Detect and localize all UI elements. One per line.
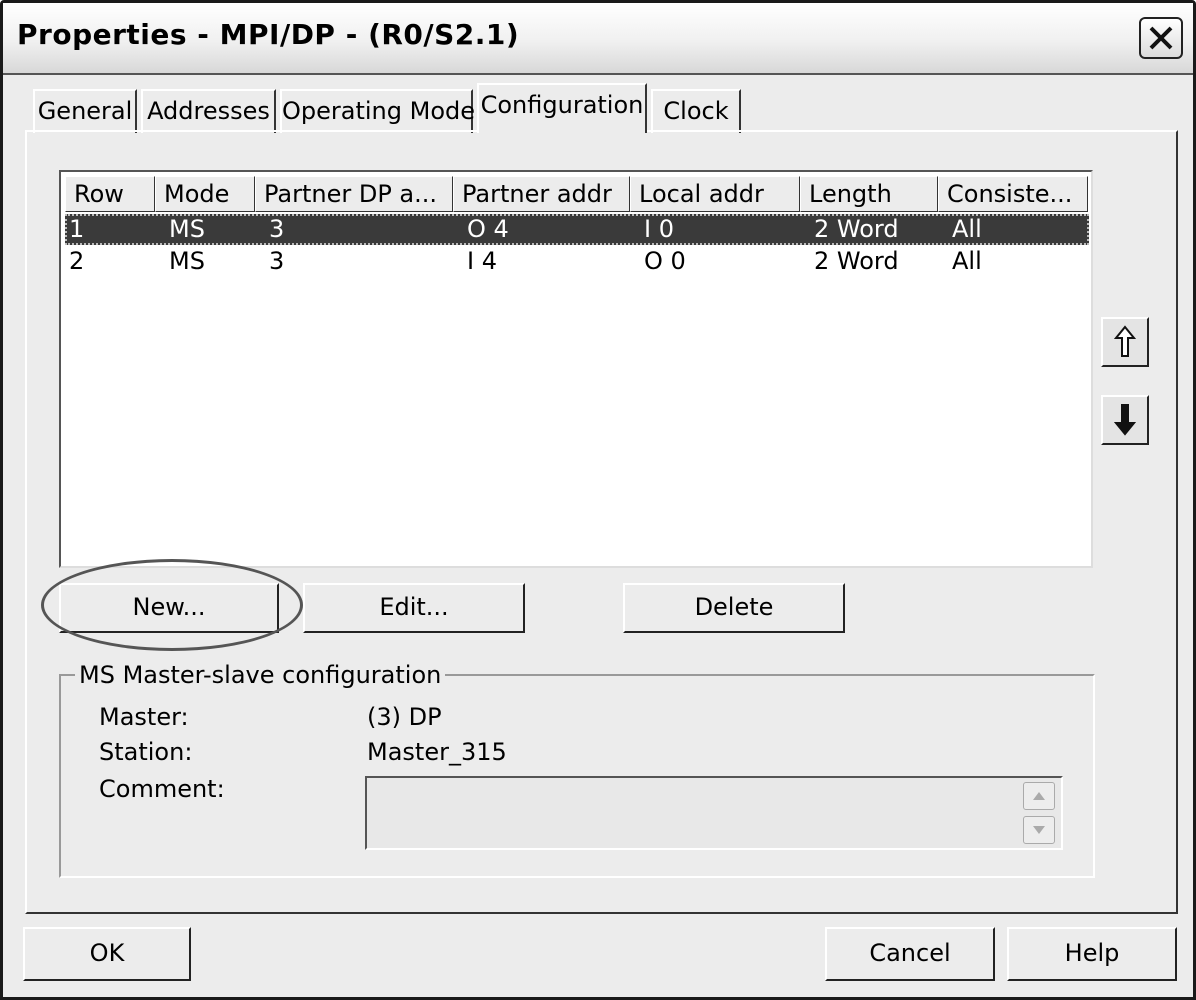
close-button[interactable] (1139, 17, 1183, 59)
tab-operating-mode[interactable]: Operating Mode (280, 89, 475, 133)
scroll-up-button[interactable] (1023, 782, 1055, 810)
cell-consistency: All (952, 215, 982, 243)
details-group-legend: MS Master-slave configuration (75, 661, 446, 689)
table-row[interactable]: 1 MS 3 O 4 I 0 2 Word All (65, 214, 1089, 245)
tab-addresses[interactable]: Addresses (141, 89, 276, 133)
cell-consistency: All (952, 247, 982, 275)
station-label: Station: (99, 738, 193, 766)
cell-mode: MS (169, 215, 205, 243)
column-header-partner-dp[interactable]: Partner DP a... (255, 176, 453, 212)
column-header-row[interactable]: Row (65, 176, 155, 212)
cancel-button[interactable]: Cancel (825, 927, 995, 981)
cell-local-addr: O 0 (644, 247, 686, 275)
window-title: Properties - MPI/DP - (R0/S2.1) (17, 18, 520, 51)
column-header-partner-addr[interactable]: Partner addr (453, 176, 630, 212)
close-icon (1149, 26, 1173, 50)
master-label: Master: (99, 703, 189, 731)
arrow-down-icon (1113, 404, 1137, 436)
tab-general[interactable]: General (33, 89, 137, 133)
chevron-up-icon (1033, 792, 1045, 800)
cell-partner-addr: O 4 (467, 215, 509, 243)
help-button[interactable]: Help (1007, 927, 1177, 981)
column-header-mode[interactable]: Mode (155, 176, 255, 212)
tab-clock[interactable]: Clock (651, 89, 741, 133)
title-bar[interactable]: Properties - MPI/DP - (R0/S2.1) (3, 3, 1193, 75)
station-value: Master_315 (367, 738, 507, 766)
comment-field[interactable] (365, 776, 1063, 850)
cell-partner-addr: I 4 (467, 247, 497, 275)
configuration-table[interactable]: Row Mode Partner DP a... Partner addr Lo… (59, 170, 1093, 568)
column-header-consistency[interactable]: Consiste... (938, 176, 1088, 212)
properties-dialog: Properties - MPI/DP - (R0/S2.1) General … (0, 0, 1196, 1000)
tab-configuration[interactable]: Configuration (477, 83, 647, 133)
scroll-down-button[interactable] (1023, 816, 1055, 844)
cell-row: 1 (69, 215, 85, 243)
table-row[interactable]: 2 MS 3 I 4 O 0 2 Word All (65, 246, 1089, 277)
edit-button[interactable]: Edit... (303, 583, 525, 633)
comment-label: Comment: (99, 775, 225, 803)
cell-mode: MS (169, 247, 205, 275)
cell-partner-dp: 3 (269, 215, 285, 243)
move-down-button[interactable] (1101, 395, 1149, 445)
column-header-length[interactable]: Length (800, 176, 938, 212)
arrow-up-icon (1113, 325, 1137, 357)
cell-length: 2 Word (814, 215, 899, 243)
delete-button[interactable]: Delete (623, 583, 845, 633)
cell-partner-dp: 3 (269, 247, 285, 275)
chevron-down-icon (1033, 826, 1045, 834)
ok-button[interactable]: OK (23, 927, 191, 981)
master-value: (3) DP (367, 703, 442, 731)
cell-local-addr: I 0 (644, 215, 674, 243)
move-up-button[interactable] (1101, 317, 1149, 367)
new-button[interactable]: New... (59, 583, 279, 633)
cell-length: 2 Word (814, 247, 899, 275)
column-header-local-addr[interactable]: Local addr (630, 176, 800, 212)
cell-row: 2 (69, 247, 85, 275)
